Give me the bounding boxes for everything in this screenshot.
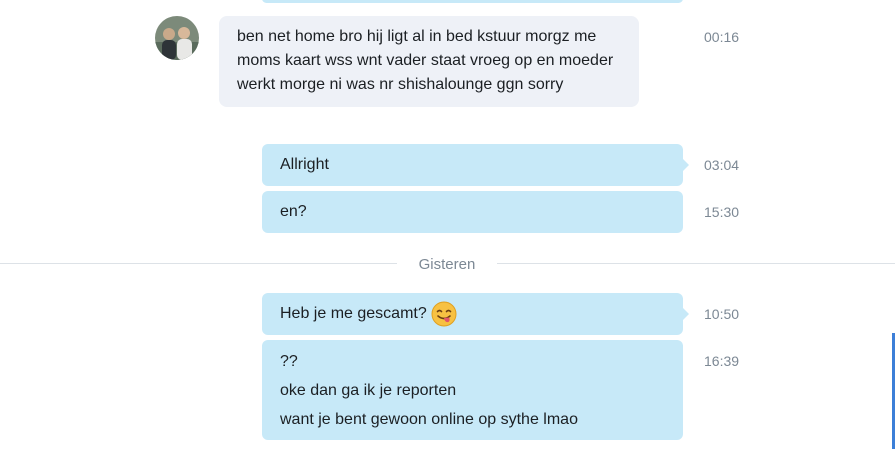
- outgoing-message[interactable]: Allright: [262, 144, 689, 186]
- contact-avatar[interactable]: [155, 16, 199, 60]
- message-text: en?: [280, 203, 307, 220]
- message-timestamp: 03:04: [704, 157, 740, 173]
- outgoing-message[interactable]: ?? oke dan ga ik je reporten want je ben…: [262, 340, 683, 440]
- message-timestamp: 16:39: [704, 353, 740, 369]
- previous-message-bubble[interactable]: [262, 0, 683, 3]
- message-text: Allright: [280, 156, 329, 173]
- message-line: oke dan ga ik je reporten: [280, 382, 457, 399]
- message-text: ben net home bro hij ligt al in bed kstu…: [237, 28, 614, 93]
- bubble-tail: [683, 308, 689, 320]
- divider-line-left: [0, 263, 397, 264]
- message-line: ??: [280, 353, 298, 370]
- tongue-out-emoji-icon: [431, 301, 457, 327]
- divider-line-right: [497, 263, 895, 264]
- outgoing-message[interactable]: en?: [262, 191, 683, 233]
- message-timestamp: 10:50: [704, 306, 740, 322]
- message-text: Heb je me gescamt?: [280, 305, 427, 322]
- message-line: want je bent gewoon online op sythe lmao: [280, 411, 578, 428]
- message-timestamp: 15:30: [704, 204, 740, 220]
- outgoing-message[interactable]: Heb je me gescamt?: [262, 293, 689, 335]
- incoming-message[interactable]: ben net home bro hij ligt al in bed kstu…: [219, 16, 639, 107]
- bubble-tail: [683, 159, 689, 171]
- date-divider: Gisteren: [418, 256, 476, 273]
- message-timestamp: 00:16: [704, 29, 740, 45]
